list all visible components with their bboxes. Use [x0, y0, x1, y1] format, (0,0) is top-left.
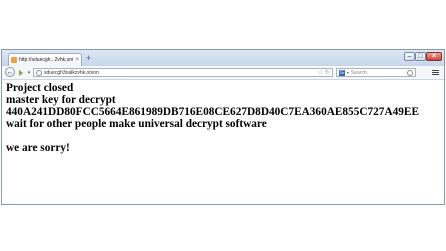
wait-message-text: wait for other people make universal dec… — [6, 118, 267, 130]
tab-title: http://sduecgh...2vhk.onion/ — [19, 57, 73, 63]
navigation-toolbar: ← ▾ sduecgh3nalkzvhk.onion ☆ ↻ G ▾ Searc… — [2, 66, 444, 80]
back-arrow-icon: ← — [6, 68, 14, 76]
star-icon[interactable]: ☆ — [318, 70, 323, 76]
forward-arrow-icon — [19, 69, 23, 76]
hamburger-menu-icon-bar — [432, 74, 439, 75]
tab-close-icon[interactable]: × — [75, 57, 79, 63]
forward-button[interactable] — [17, 68, 25, 77]
status-heading: Project closed — [6, 82, 74, 94]
search-input[interactable]: Search — [351, 70, 405, 76]
minimize-button[interactable]: – — [404, 52, 415, 61]
hamburger-menu-icon — [432, 70, 439, 71]
back-button[interactable]: ← — [5, 67, 15, 77]
browser-window: http://sduecgh...2vhk.onion/ × + – □ ✕ ←… — [1, 49, 445, 205]
favicon-icon — [11, 57, 17, 63]
globe-icon — [36, 69, 42, 76]
close-window-button[interactable]: ✕ — [426, 52, 442, 61]
title-bar: http://sduecgh...2vhk.onion/ × + – □ ✕ — [2, 50, 444, 66]
address-bar[interactable]: sduecgh3nalkzvhk.onion ☆ ↻ — [33, 68, 333, 77]
browser-tab[interactable]: http://sduecgh...2vhk.onion/ × — [8, 53, 82, 66]
key-intro-text: master key for decrypt — [6, 94, 116, 106]
url-text: sduecgh3nalkzvhk.onion — [44, 69, 99, 76]
master-key-text: 440A241DD80FCC5664E861989DB716E08CE627D8… — [6, 106, 419, 118]
reload-icon[interactable]: ↻ — [325, 70, 330, 76]
page-content: Project closed master key for decrypt 44… — [6, 82, 440, 202]
identity-dropdown[interactable]: ▾ — [26, 68, 32, 77]
menu-button[interactable] — [431, 68, 440, 77]
maximize-button[interactable]: □ — [415, 52, 426, 61]
search-engine-logo[interactable]: G — [339, 69, 345, 76]
hamburger-menu-icon-bar — [432, 72, 439, 73]
apology-text: we are sorry! — [6, 142, 70, 154]
new-tab-button[interactable]: + — [86, 53, 91, 64]
search-engine-dropdown-icon[interactable]: ▾ — [347, 70, 349, 75]
chevron-down-icon: ▾ — [27, 69, 31, 76]
search-box[interactable]: G ▾ Search — [336, 68, 416, 77]
magnifier-icon[interactable] — [407, 69, 413, 76]
